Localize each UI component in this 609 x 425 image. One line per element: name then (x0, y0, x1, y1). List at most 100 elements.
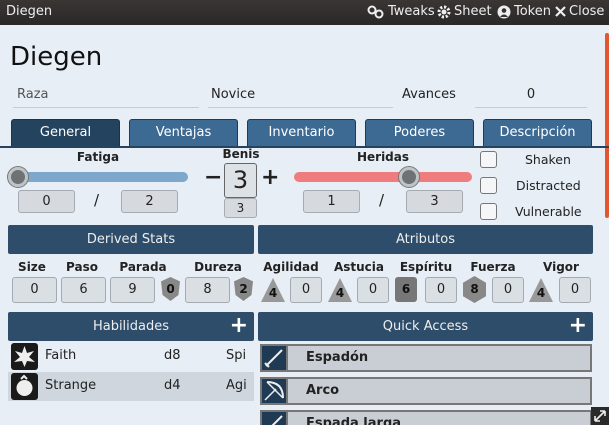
bennies-max-field[interactable]: 3 (224, 198, 257, 218)
window-titlebar: Diegen Tweaks Sheet Token Close (0, 0, 609, 25)
parry-field[interactable]: 9 (110, 277, 155, 303)
skill-row[interactable]: Strange d4 Agi (8, 372, 254, 401)
token-button[interactable]: Token (497, 4, 551, 19)
pace-field[interactable]: 6 (61, 277, 106, 303)
shaken-label: Shaken (525, 152, 571, 167)
strength-label: Fuerza (470, 260, 516, 274)
parry-modifier-icon[interactable]: 0 (161, 277, 180, 301)
smarts-label: Astucia (333, 260, 385, 274)
skill-attribute: Agi (226, 378, 247, 393)
wounds-separator: / (379, 191, 385, 209)
quick-access-header: Quick Access + (258, 312, 593, 341)
character-name: Diegen (10, 42, 103, 72)
size-label: Size (18, 260, 46, 274)
advances-label: Avances (400, 84, 472, 108)
race-placeholder: Raza (17, 87, 49, 102)
tweaks-button[interactable]: Tweaks (367, 4, 435, 19)
strange-icon (11, 373, 38, 400)
resize-icon (594, 410, 606, 422)
skill-die: d8 (164, 348, 181, 363)
vigor-label: Vigor (543, 260, 579, 274)
quick-access-label: Espada larga (306, 416, 402, 425)
wounds-max-field[interactable]: 3 (406, 190, 463, 213)
character-sheet: Diegen Raza Novice Avances 0 General Ven… (0, 25, 609, 425)
wounds-slider[interactable] (294, 172, 472, 182)
skill-name: Strange (45, 378, 97, 393)
skill-row[interactable]: Faith d8 Spi (8, 342, 254, 371)
vulnerable-label: Vulnerable (515, 204, 582, 219)
token-label: Token (514, 4, 551, 19)
bennies-label: Benis (222, 147, 260, 161)
rank-value: Novice (211, 87, 256, 102)
bennies-plus-button[interactable]: + (261, 165, 279, 190)
quick-access-item[interactable]: Arco (260, 377, 592, 405)
quick-access-label: Espadón (306, 350, 369, 365)
vigor-die-icon[interactable]: 4 (529, 278, 553, 302)
toughness-field[interactable]: 8 (185, 277, 230, 303)
advances-value: 0 (526, 87, 536, 102)
tab-general[interactable]: General (11, 119, 120, 147)
distracted-label: Distracted (516, 178, 581, 193)
tab-ventajas[interactable]: Ventajas (129, 119, 238, 147)
close-label: Close (569, 4, 605, 19)
fatigue-slider-handle[interactable] (8, 167, 28, 187)
parry-label: Parada (119, 260, 167, 274)
pace-label: Paso (66, 260, 98, 274)
spirit-die-icon[interactable]: 6 (395, 277, 417, 302)
quick-access-item[interactable]: Espada larga (260, 410, 592, 425)
window-title: Diegen (6, 4, 53, 19)
derived-stats-header: Derived Stats (8, 225, 254, 254)
quick-access-item[interactable]: Espadón (260, 344, 592, 372)
skills-title: Habilidades (92, 319, 170, 334)
fatigue-max-field[interactable]: 2 (121, 190, 178, 213)
user-circle-icon (497, 5, 511, 18)
race-field[interactable]: Raza (13, 84, 199, 108)
skills-header: Habilidades + (8, 312, 254, 341)
skill-name: Faith (45, 348, 77, 363)
tab-descripcion[interactable]: Descripción (483, 119, 592, 147)
tab-underline (0, 146, 609, 148)
faith-icon (11, 343, 38, 370)
agility-modifier-field[interactable]: 0 (290, 277, 322, 303)
wounds-slider-handle[interactable] (399, 167, 419, 187)
distracted-checkbox[interactable] (480, 177, 497, 194)
strength-modifier-field[interactable]: 0 (492, 277, 524, 303)
add-quick-access-button[interactable]: + (569, 311, 587, 340)
agility-label: Agilidad (263, 260, 319, 274)
rank-field[interactable]: Novice (208, 84, 393, 108)
strength-die-icon[interactable]: 8 (463, 276, 486, 303)
fatigue-value-field[interactable]: 0 (18, 190, 75, 213)
bow-icon (262, 379, 288, 403)
size-field[interactable]: 0 (12, 277, 57, 303)
gear-icon (437, 5, 451, 18)
sword-icon (262, 346, 288, 370)
sheet-label: Sheet (454, 4, 492, 19)
agility-die-icon[interactable]: 4 (261, 278, 285, 302)
sheet-button[interactable]: Sheet (437, 4, 492, 19)
spirit-modifier-field[interactable]: 0 (425, 277, 457, 303)
vulnerable-checkbox[interactable] (480, 203, 497, 220)
close-button[interactable]: Close (555, 4, 604, 19)
bennies-minus-button[interactable]: − (204, 165, 222, 190)
vigor-modifier-field[interactable]: 0 (559, 277, 591, 303)
shaken-checkbox[interactable] (480, 151, 497, 168)
tab-poderes[interactable]: Poderes (365, 119, 474, 147)
tweaks-label: Tweaks (388, 4, 435, 19)
fatigue-slider[interactable] (10, 172, 188, 182)
resize-handle[interactable] (591, 407, 609, 425)
toughness-modifier-icon[interactable]: 2 (234, 277, 253, 301)
wounds-value-field[interactable]: 1 (303, 190, 360, 213)
skill-die: d4 (164, 378, 181, 393)
smarts-modifier-field[interactable]: 0 (357, 277, 389, 303)
tweaks-icon (367, 5, 384, 18)
quick-access-label: Arco (306, 383, 340, 398)
longsword-icon (262, 412, 288, 425)
close-icon (555, 6, 566, 17)
scrollbar[interactable] (605, 33, 609, 218)
advances-field[interactable]: 0 (475, 84, 587, 108)
toughness-label: Dureza (194, 260, 242, 274)
smarts-die-icon[interactable]: 4 (328, 278, 352, 302)
tab-inventario[interactable]: Inventario (247, 119, 356, 147)
bennies-value-field[interactable]: 3 (224, 163, 257, 198)
add-skill-button[interactable]: + (230, 311, 248, 340)
